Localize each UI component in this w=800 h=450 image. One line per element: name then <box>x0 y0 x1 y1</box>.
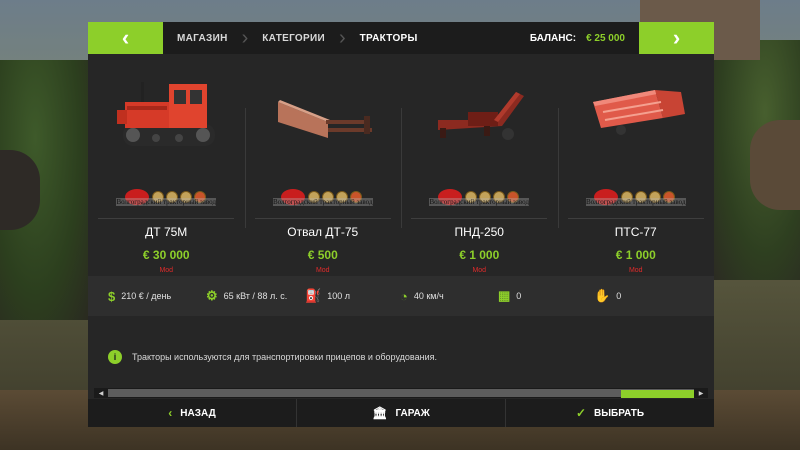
next-category-button[interactable]: › <box>639 22 714 54</box>
item-divider <box>98 218 235 219</box>
select-button-label: ВЫБРАТЬ <box>594 407 645 419</box>
chevron-left-icon: ‹ <box>121 25 130 50</box>
garage-icon: 🏛︎ <box>372 406 388 420</box>
previous-category-button[interactable]: ‹ <box>88 22 163 54</box>
shop-item-otval-dt75[interactable]: Волгоградский тракторный завод Отвал ДТ-… <box>244 68 402 294</box>
stat-value: 210 € / день <box>121 291 172 301</box>
scroll-right-icon[interactable]: ▶ <box>694 388 708 398</box>
item-name: Отвал ДТ-75 <box>287 225 359 239</box>
background-tank-left <box>0 150 40 230</box>
breadcrumb-categories[interactable]: КАТЕГОРИИ <box>248 22 339 54</box>
engine-icon: ⚙ <box>206 288 218 303</box>
shop-item-list: Волгоградский тракторный завод ДТ 75М € … <box>88 68 714 294</box>
stat-capacity: ▦ 0 <box>498 288 521 304</box>
money-icon: $ <box>108 288 116 304</box>
manufacturer-badge: Волгоградский тракторный завод <box>585 180 686 214</box>
breadcrumb-separator-icon: › <box>241 27 249 49</box>
maintenance-icon: ✋ <box>594 288 611 303</box>
stat-fuel: ⛽ 100 л <box>305 288 350 304</box>
stat-value: 0 <box>516 291 522 301</box>
shop-item-dt75m[interactable]: Волгоградский тракторный завод ДТ 75М € … <box>88 68 245 294</box>
item-divider <box>567 218 704 219</box>
breadcrumb-separator-icon: › <box>338 27 346 49</box>
mod-tag: Mod <box>315 267 330 274</box>
item-stats-bar: $ 210 € / день ⚙ 65 кВт / 88 л. с. ⛽ 100… <box>88 276 714 316</box>
back-button[interactable]: ‹ НАЗАД <box>88 399 296 427</box>
item-name: ПТС-77 <box>614 225 657 239</box>
mod-tag: Mod <box>159 267 174 274</box>
stat-maintenance: ✋ 0 <box>594 288 621 304</box>
item-price: € 30 000 <box>142 248 190 262</box>
item-price: € 500 <box>307 248 338 262</box>
select-button[interactable]: ✓ ВЫБРАТЬ <box>505 399 714 427</box>
garage-button[interactable]: 🏛︎ ГАРАЖ <box>296 399 505 427</box>
description-text: Тракторы используются для транспортировк… <box>132 352 437 362</box>
item-price: € 1 000 <box>615 248 656 262</box>
stat-power: ⚙ 65 кВт / 88 л. с. <box>206 288 287 304</box>
breadcrumb-tractors: ТРАКТОРЫ <box>359 32 418 44</box>
chevron-left-icon: ‹ <box>168 406 173 420</box>
shop-footer: ‹ НАЗАД 🏛︎ ГАРАЖ ✓ ВЫБРАТЬ <box>88 399 714 427</box>
scroll-thumb[interactable] <box>620 390 694 398</box>
scroll-track[interactable] <box>108 389 694 398</box>
manufacturer-badge: Волгоградский тракторный завод <box>429 180 530 214</box>
manufacturer-caption: Волгоградский тракторный завод <box>116 198 217 206</box>
item-name: ПНД-250 <box>454 225 504 239</box>
mod-tag: Mod <box>628 267 643 274</box>
item-name: ДТ 75М <box>145 225 188 239</box>
balance-display: БАЛАНС: € 25 000 <box>530 33 639 44</box>
fuel-icon: ⛽ <box>305 288 322 303</box>
category-description: i Тракторы используются для транспортиро… <box>108 350 437 364</box>
back-button-label: НАЗАД <box>180 407 216 419</box>
stat-rent: $ 210 € / день <box>108 289 171 304</box>
bulldozer-blade-image <box>277 100 372 138</box>
item-divider <box>254 218 391 219</box>
garage-capacity-icon: ▦ <box>498 288 511 303</box>
tractor-image <box>117 82 216 146</box>
shop-item-pnd250[interactable]: Волгоградский тракторный завод ПНД-250 €… <box>401 68 558 294</box>
shop-panel: ‹ МАГАЗИН › КАТЕГОРИИ › ТРАКТОРЫ БАЛАНС:… <box>88 22 714 427</box>
checkmark-icon: ✓ <box>575 406 587 420</box>
speedometer-icon: ◔ <box>400 288 408 304</box>
manufacturer-caption: Волгоградский тракторный завод <box>585 198 686 206</box>
shop-item-pts77[interactable]: Волгоградский тракторный завод ПТС-77 € … <box>557 68 715 294</box>
scroll-left-icon[interactable]: ◀ <box>94 388 108 398</box>
stat-value: 65 кВт / 88 л. с. <box>223 291 288 301</box>
item-divider <box>411 218 548 219</box>
stat-value: 100 л <box>327 291 350 301</box>
chevron-right-icon: › <box>672 25 681 50</box>
item-price: € 1 000 <box>459 248 500 262</box>
balance-value: € 25 000 <box>586 32 625 44</box>
stat-value: 40 км/ч <box>413 291 444 301</box>
background-tank-right <box>750 120 800 210</box>
stat-value: 0 <box>616 291 622 301</box>
breadcrumb: МАГАЗИН › КАТЕГОРИИ › ТРАКТОРЫ <box>163 22 530 54</box>
garage-button-label: ГАРАЖ <box>395 407 430 419</box>
manufacturer-badge: Волгоградский тракторный завод <box>272 180 373 214</box>
manufacturer-badge: Волгоградский тракторный завод <box>116 180 217 214</box>
item-scrollbar[interactable]: ◀ ▶ <box>94 388 708 398</box>
shop-header: ‹ МАГАЗИН › КАТЕГОРИИ › ТРАКТОРЫ БАЛАНС:… <box>88 22 714 54</box>
loader-image <box>438 92 525 140</box>
info-icon: i <box>108 350 122 364</box>
stat-speed: ◔ 40 км/ч <box>400 289 444 304</box>
breadcrumb-shop[interactable]: МАГАЗИН <box>163 22 242 54</box>
trailer-image <box>592 90 685 135</box>
manufacturer-caption: Волгоградский тракторный завод <box>429 198 530 206</box>
balance-label: БАЛАНС: <box>529 32 577 44</box>
mod-tag: Mod <box>472 267 487 274</box>
manufacturer-caption: Волгоградский тракторный завод <box>272 198 373 206</box>
